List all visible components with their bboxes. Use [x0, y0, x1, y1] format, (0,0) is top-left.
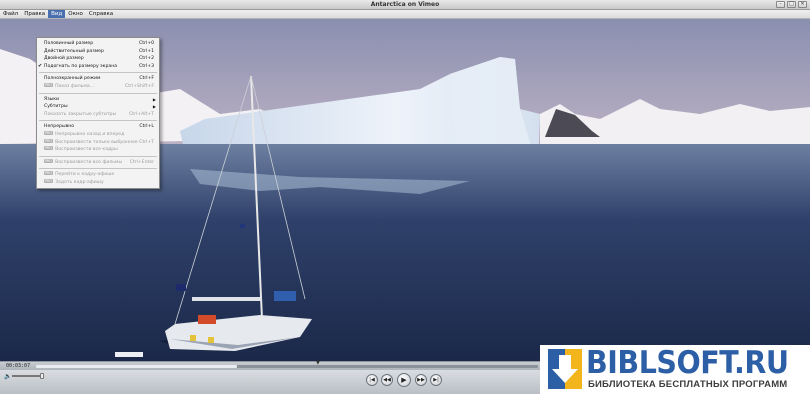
speaker-icon[interactable]: 🔈: [4, 373, 11, 380]
view-menu-item-shortcut: Ctrl+L: [139, 124, 154, 130]
menu-separator: [39, 92, 157, 94]
view-menu-item-label: Перейти к кадру-афише: [55, 172, 115, 178]
view-menu-item-label: Половинный размер: [44, 41, 94, 46]
view-menu-item-label: Воспроизвести все кадры: [55, 147, 118, 153]
go-to-start-button[interactable]: |◀: [366, 374, 378, 386]
view-menu-item-shortcut: Ctrl+1: [139, 48, 154, 54]
menu-item[interactable]: Справка: [86, 10, 116, 18]
pro-badge: PRO: [44, 178, 54, 183]
watermark-subtitle: БИБЛИОТЕКА БЕСПЛАТНЫХ ПРОГРАММ: [588, 379, 788, 390]
menu-item[interactable]: Вид: [48, 10, 66, 18]
video-frame[interactable]: Половинный размер Ctrl+0 Действительный ра…: [0, 19, 810, 361]
title-bar: Antarctica on Vimeo – □ ✕: [0, 0, 810, 10]
view-menu-item-label: Непрерывно назад и вперед: [55, 131, 125, 137]
download-arrow-icon: [548, 349, 582, 389]
submenu-arrow-icon: ▶: [152, 104, 156, 110]
view-menu-item-shortcut: Ctrl+F: [139, 76, 154, 82]
view-menu-item-label: Действительный размер: [44, 48, 104, 54]
view-menu-item-label: Подогнать по размеру экрана: [44, 63, 118, 69]
view-menu-item: PRO Перейти к кадру-афише: [37, 171, 159, 179]
view-menu-item[interactable]: Полноэкранный режим Ctrl+F: [37, 75, 159, 83]
volume-slider[interactable]: [12, 375, 42, 377]
maximize-button[interactable]: □: [787, 1, 796, 8]
view-menu-item-label: Воспроизвести все фильмы: [55, 159, 123, 165]
checkmark-icon: ✔: [38, 62, 43, 69]
view-menu-item[interactable]: Непрерывно Ctrl+L: [37, 123, 159, 131]
submenu-arrow-icon: ▶: [152, 96, 156, 102]
minimize-button[interactable]: –: [776, 1, 785, 8]
view-menu-item[interactable]: Действительный размер Ctrl+1: [37, 48, 159, 56]
view-menu-item: PRO Задать кадр-афишу: [37, 178, 159, 187]
view-menu-dropdown: Половинный размер Ctrl+0 Действительный ра…: [36, 37, 160, 189]
menu-item[interactable]: Правка: [21, 10, 48, 18]
playhead-icon[interactable]: ▼: [316, 361, 320, 366]
view-menu-item-shortcut: Ctrl+Alt+T: [129, 111, 154, 117]
timeline-track[interactable]: [36, 365, 538, 368]
pro-badge: PRO: [44, 146, 54, 151]
fast-forward-button[interactable]: ▶▶: [415, 374, 427, 386]
view-menu-item[interactable]: Двойной размер Ctrl+2: [37, 55, 159, 63]
view-menu-item[interactable]: Языки ▶: [37, 96, 159, 104]
pro-badge: PRO: [44, 171, 54, 176]
view-menu-item-label: Показать закрытые субтитры: [44, 111, 117, 117]
view-menu-item-label: Полноэкранный режим: [44, 76, 101, 82]
menu-bar: Файл Правка Вид Окно Справка: [0, 10, 810, 19]
volume-knob[interactable]: [40, 373, 44, 379]
view-menu-item-label: Двойной размер: [44, 56, 84, 62]
view-menu-item-shortcut: Ctrl+2: [139, 56, 154, 62]
view-menu-item: Показать закрытые субтитры Ctrl+Alt+T: [37, 111, 159, 119]
view-menu-item-shortcut: Ctrl+3: [139, 63, 154, 69]
view-menu-item-label: Непрерывно: [44, 124, 75, 130]
player-window: Antarctica on Vimeo – □ ✕ Файл Правка Вид О…: [0, 0, 810, 394]
menu-separator: [39, 155, 157, 157]
pro-badge: PRO: [44, 130, 54, 135]
pro-badge: PRO: [44, 158, 54, 163]
view-menu-item-shortcut: Ctrl+Enter: [129, 159, 154, 165]
window-title: Antarctica on Vimeo: [370, 1, 440, 8]
view-menu-item: PRO Воспроизвести все фильмы Ctrl+Enter: [37, 158, 159, 167]
menu-separator: [39, 72, 157, 74]
view-menu-item-label: Субтитры: [44, 104, 68, 110]
view-menu-item: PRO Воспроизвести все кадры: [37, 146, 159, 154]
view-menu-item: PRO Воспроизвести только выбранное Ctrl+T: [37, 138, 159, 147]
window-controls: – □ ✕: [776, 1, 807, 8]
pro-badge: PRO: [44, 138, 54, 143]
pro-badge: PRO: [44, 82, 54, 87]
close-button[interactable]: ✕: [798, 1, 807, 8]
go-to-end-button[interactable]: ▶|: [430, 374, 442, 386]
view-menu-item-shortcut: Ctrl+T: [139, 139, 154, 145]
view-menu-item-label: Языки: [44, 96, 60, 102]
view-menu-item-shortcut: Ctrl+0: [139, 41, 154, 46]
menu-item[interactable]: Окно: [65, 10, 86, 18]
menu-separator: [39, 120, 157, 122]
view-menu-item-shortcut: Ctrl+Shift+F: [125, 83, 154, 89]
view-menu-item[interactable]: Половинный размер Ctrl+0: [37, 40, 159, 48]
play-button[interactable]: ▶: [397, 373, 411, 387]
watermark-title: BIBLSOFT.RU: [586, 345, 789, 381]
view-menu-item[interactable]: Субтитры ▶: [37, 103, 159, 111]
watermark-logo: BIBLSOFT.RU БИБЛИОТЕКА БЕСПЛАТНЫХ ПРОГРА…: [540, 345, 810, 394]
menu-separator: [39, 168, 157, 170]
timeline-progress: [36, 365, 237, 368]
view-menu-item-label: Задать кадр-афишу: [55, 179, 104, 185]
view-menu-item: PRO Непрерывно назад и вперед: [37, 130, 159, 139]
view-menu-item-label: Воспроизвести только выбранное: [55, 139, 138, 145]
view-menu-item-label: Показ фильма...: [55, 83, 95, 89]
view-menu-item[interactable]: ✔ Подогнать по размеру экрана Ctrl+3: [37, 63, 159, 71]
rewind-button[interactable]: ◀◀: [381, 374, 393, 386]
view-menu-item: PRO Показ фильма... Ctrl+Shift+F: [37, 82, 159, 91]
menu-item[interactable]: Файл: [0, 10, 21, 18]
